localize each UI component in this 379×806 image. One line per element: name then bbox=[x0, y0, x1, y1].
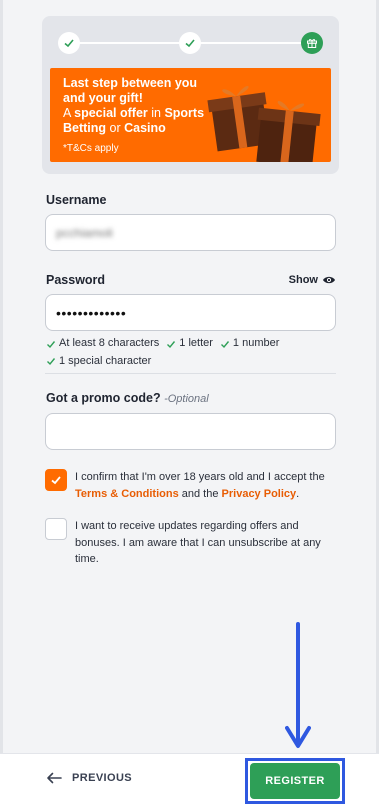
gift-boxes-illustration bbox=[207, 86, 321, 162]
password-value: ••••••••••••• bbox=[56, 304, 127, 321]
bottom-navigation: PREVIOUS REGISTER bbox=[0, 753, 379, 806]
register-button[interactable]: REGISTER bbox=[250, 763, 340, 799]
age-terms-text: I confirm that I'm over 18 years old and… bbox=[75, 469, 336, 502]
progress-card: Last step between you and your gift! A s… bbox=[42, 16, 339, 174]
check-icon bbox=[51, 476, 61, 485]
previous-label: PREVIOUS bbox=[72, 772, 133, 784]
banner-emphasis: Casino bbox=[124, 121, 166, 135]
marketing-checkbox[interactable] bbox=[45, 518, 67, 540]
password-field[interactable]: ••••••••••••• bbox=[45, 294, 336, 331]
check-icon bbox=[47, 340, 56, 348]
registration-page: Last step between you and your gift! A s… bbox=[0, 0, 379, 806]
requirement-text: 1 letter bbox=[179, 337, 213, 349]
consent-text: and the bbox=[178, 487, 222, 500]
marketing-text: I want to receive updates regarding offe… bbox=[75, 520, 321, 565]
requirement-item: 1 number bbox=[220, 336, 279, 351]
previous-button[interactable]: PREVIOUS bbox=[46, 772, 132, 784]
promo-label-text: Got a promo code? bbox=[46, 391, 161, 405]
eye-icon bbox=[323, 276, 335, 284]
step-3-current bbox=[301, 32, 323, 54]
terms-link[interactable]: Terms & Conditions bbox=[75, 488, 179, 500]
banner-text: in bbox=[147, 106, 165, 120]
banner-line-4: Betting or Casino bbox=[63, 121, 223, 136]
banner-emphasis: Sports bbox=[164, 106, 205, 120]
username-value: pcchiamoli bbox=[56, 225, 113, 240]
requirement-item: At least 8 characters bbox=[46, 336, 159, 351]
arrow-left-icon bbox=[47, 772, 62, 784]
requirement-item: 1 letter bbox=[166, 336, 213, 351]
banner-line-2: and your gift! bbox=[63, 91, 143, 105]
marketing-consent: I want to receive updates regarding offe… bbox=[45, 518, 336, 568]
section-divider bbox=[45, 373, 336, 374]
requirement-text: 1 special character bbox=[59, 354, 152, 367]
promo-code-field[interactable] bbox=[45, 413, 336, 450]
arrow-down-icon bbox=[285, 622, 311, 748]
age-terms-checkbox[interactable] bbox=[45, 469, 67, 491]
consent-text: . bbox=[296, 487, 300, 500]
check-icon bbox=[64, 39, 74, 48]
promo-banner: Last step between you and your gift! A s… bbox=[50, 68, 331, 162]
password-requirements: At least 8 characters 1 letter 1 number 1 … bbox=[46, 336, 336, 371]
banner-text: A bbox=[63, 106, 75, 120]
show-label: Show bbox=[288, 274, 318, 286]
banner-line-1: Last step between you bbox=[63, 76, 198, 90]
requirement-item: 1 special character bbox=[46, 354, 151, 369]
step-progress bbox=[58, 32, 323, 54]
show-password-toggle[interactable]: Show bbox=[289, 274, 336, 286]
banner-terms-note: *T&Cs apply bbox=[63, 143, 119, 154]
consent-text: I confirm that I'm over 18 years old and… bbox=[75, 471, 325, 483]
age-terms-consent: I confirm that I'm over 18 years old and… bbox=[45, 469, 336, 502]
requirement-text: 1 number bbox=[232, 337, 280, 349]
gift-icon bbox=[307, 39, 317, 48]
check-icon bbox=[220, 340, 229, 348]
left-border bbox=[0, 0, 3, 806]
step-2-complete bbox=[179, 32, 201, 54]
banner-line-3: A special offer in Sports bbox=[63, 106, 223, 121]
register-highlight: REGISTER bbox=[245, 758, 345, 804]
promo-code-label: Got a promo code? -Optional bbox=[46, 391, 209, 405]
banner-emphasis: special offer bbox=[74, 106, 148, 120]
username-label: Username bbox=[46, 193, 107, 207]
check-icon bbox=[185, 39, 195, 48]
step-1-complete bbox=[58, 32, 80, 54]
privacy-policy-link[interactable]: Privacy Policy bbox=[222, 488, 297, 500]
optional-hint: -Optional bbox=[164, 393, 209, 405]
username-field[interactable]: pcchiamoli bbox=[45, 214, 336, 251]
requirement-text: At least 8 characters bbox=[59, 337, 160, 349]
banner-text: or bbox=[106, 121, 125, 135]
check-icon bbox=[167, 340, 176, 348]
password-label: Password bbox=[46, 273, 106, 287]
check-icon bbox=[47, 358, 56, 366]
banner-headline: Last step between you and your gift! A s… bbox=[63, 76, 223, 136]
banner-emphasis: Betting bbox=[63, 121, 107, 135]
